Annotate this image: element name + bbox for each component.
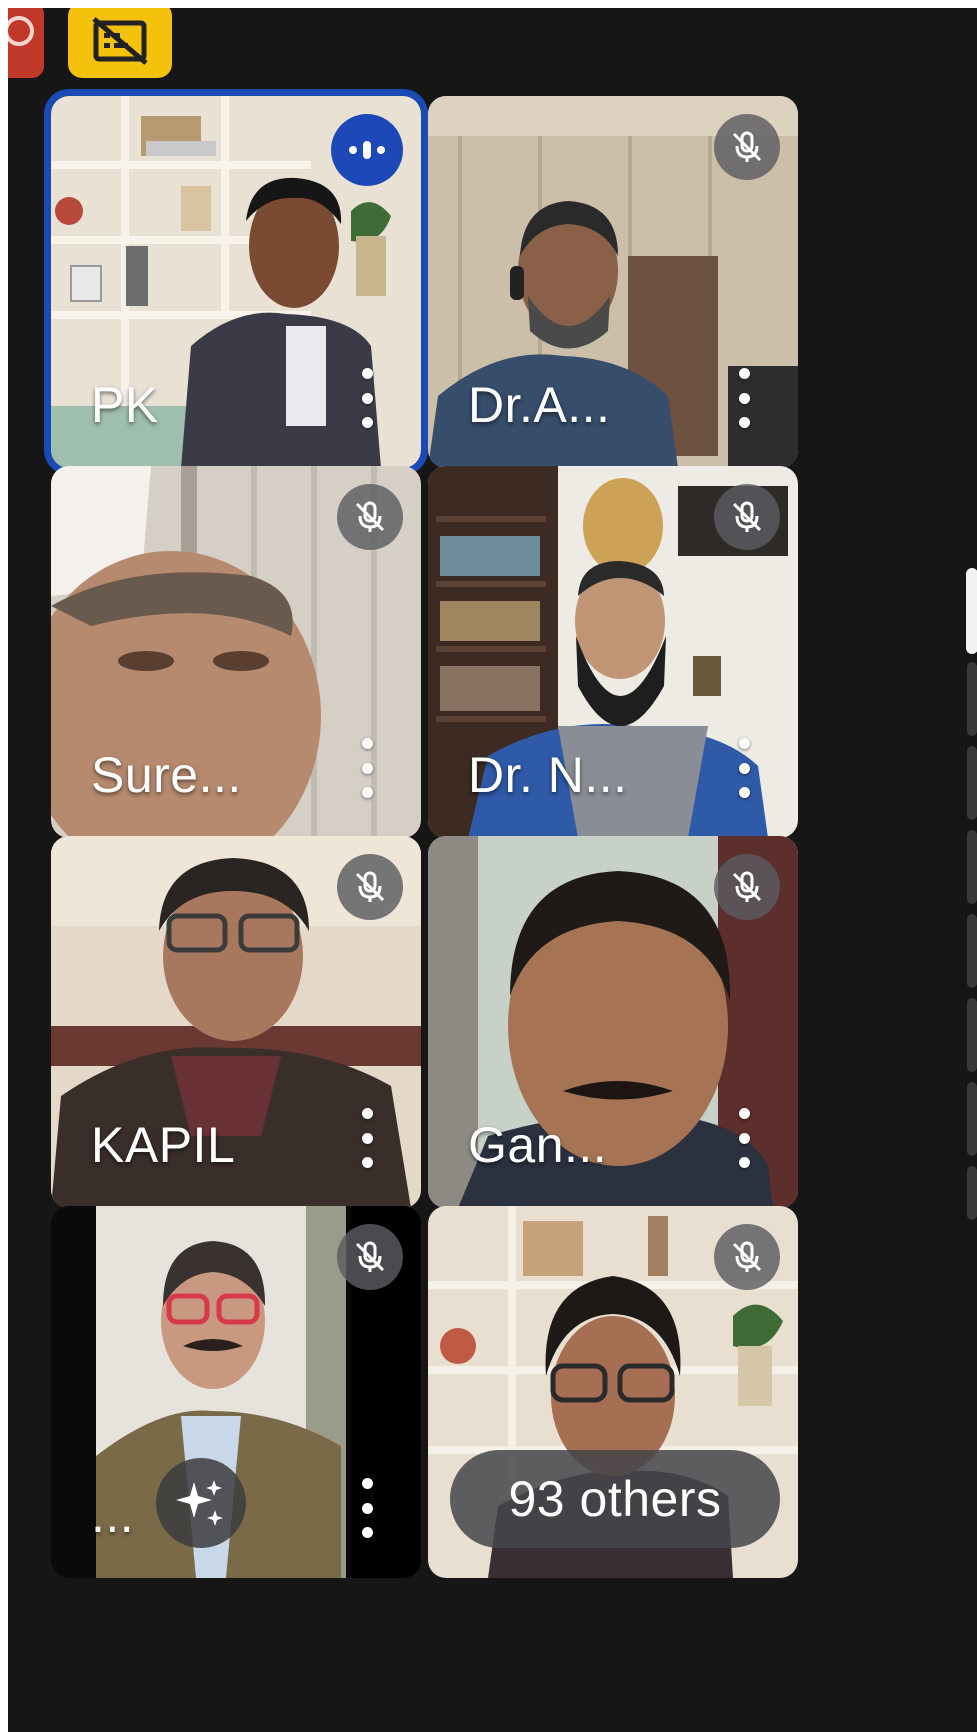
scrollbar-thumb[interactable]	[966, 568, 977, 654]
scrollbar-track-segment	[967, 662, 977, 736]
record-icon	[8, 16, 34, 46]
participant-name: ...	[91, 1487, 135, 1543]
mic-off-icon	[732, 501, 762, 532]
captions-toggle-button[interactable]	[68, 8, 172, 78]
speaking-indicator	[331, 114, 403, 186]
scrollbar-track-segment	[967, 1166, 977, 1220]
mic-off-icon	[732, 131, 762, 162]
participant-name: Gan...	[468, 1117, 608, 1173]
scrollbar-track-segment	[967, 998, 977, 1072]
mic-off-indicator	[337, 484, 403, 550]
more-options-icon[interactable]	[359, 1108, 375, 1168]
more-options-icon[interactable]	[359, 368, 375, 428]
scrollbar-track-segment	[967, 914, 977, 988]
mic-off-indicator	[337, 1224, 403, 1290]
mic-off-icon	[732, 871, 762, 902]
participant-name: Sure...	[91, 747, 242, 803]
participant-name: Dr.A...	[468, 377, 611, 433]
scrollbar-track-segment	[967, 1082, 977, 1156]
mic-off-icon	[355, 1241, 385, 1272]
mic-off-icon	[355, 871, 385, 902]
scrollbar[interactable]	[966, 568, 977, 1228]
participant-tile-dr-a[interactable]: Dr.A...	[428, 96, 798, 468]
visual-effects-button[interactable]	[156, 1458, 246, 1548]
more-options-icon[interactable]	[736, 1108, 752, 1168]
mic-off-indicator	[337, 854, 403, 920]
participant-name: Dr. N...	[468, 747, 628, 803]
scrollbar-track-segment	[967, 830, 977, 904]
mic-off-indicator	[714, 114, 780, 180]
others-count-pill[interactable]: 93 others	[450, 1450, 780, 1548]
participant-tile-pk[interactable]: PK	[51, 96, 421, 468]
mic-off-icon	[355, 501, 385, 532]
more-options-icon[interactable]	[359, 738, 375, 798]
scrollbar-track-segment	[967, 746, 977, 820]
mic-off-indicator	[714, 1224, 780, 1290]
more-options-icon[interactable]	[359, 1478, 375, 1538]
participant-name: KAPIL	[91, 1117, 236, 1173]
participant-tile-kapil[interactable]: KAPIL	[51, 836, 421, 1208]
participant-tile-gan[interactable]: Gan...	[428, 836, 798, 1208]
meeting-screen: PK Dr.A... Sure... Dr. N... KAPIL Gan...…	[8, 8, 977, 1732]
participant-tile-dr-n[interactable]: Dr. N...	[428, 466, 798, 838]
audio-level-icon	[349, 141, 385, 159]
mic-off-indicator	[714, 854, 780, 920]
more-options-icon[interactable]	[736, 738, 752, 798]
sparkle-icon	[176, 1480, 223, 1526]
mic-off-indicator	[714, 484, 780, 550]
mic-off-icon	[732, 1241, 762, 1272]
others-tile[interactable]: 93 others	[428, 1206, 798, 1578]
participant-tile-sure[interactable]: Sure...	[51, 466, 421, 838]
record-button[interactable]	[8, 8, 44, 78]
participant-name: PK	[91, 377, 159, 433]
participant-tile-self[interactable]: ...	[51, 1206, 421, 1578]
captions-off-icon	[92, 17, 148, 65]
more-options-icon[interactable]	[736, 368, 752, 428]
